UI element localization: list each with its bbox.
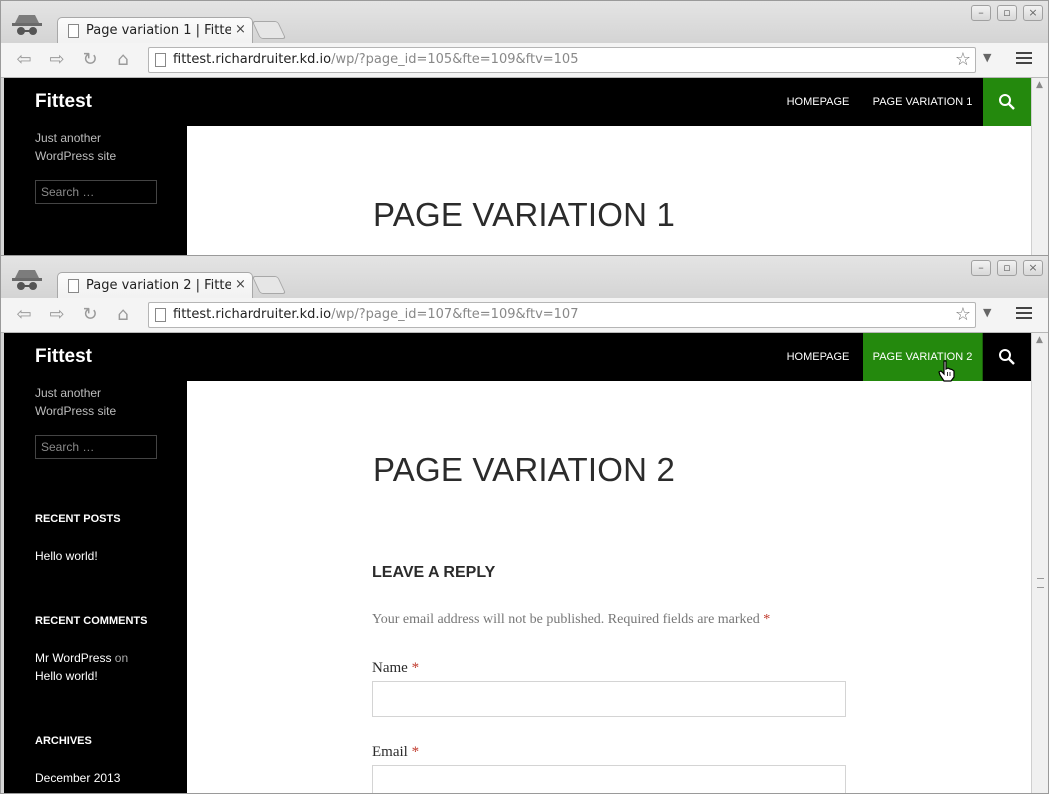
site-title[interactable]: Fittest [35, 91, 92, 113]
page-title: PAGE VARIATION 1 [373, 196, 676, 233]
tab-active[interactable]: Page variation 1 | Fittes × [57, 17, 253, 44]
maximize-button[interactable]: ▫ [997, 5, 1017, 21]
minimize-button[interactable]: – [971, 260, 991, 276]
browser-toolbar: ⇦ ⇨ ↻ ⌂ fittest.richardruiter.kd.io/wp/?… [1, 43, 1048, 78]
page-title: PAGE VARIATION 2 [373, 451, 676, 488]
tab-title: Page variation 2 | Fittes [86, 278, 231, 293]
site-tagline: Just another WordPress site [35, 131, 117, 163]
page-icon [155, 308, 166, 322]
sidebar-search-input[interactable]: Search … [35, 435, 157, 459]
sidebar: Just another WordPress site Search … [4, 126, 187, 255]
widget-title-recent-comments: RECENT COMMENTS [35, 615, 148, 627]
name-label-text: Name [372, 660, 408, 676]
comment-notes: Your email address will not be published… [372, 612, 770, 628]
scroll-up-icon[interactable]: ▲ [1036, 80, 1043, 90]
close-window-button[interactable]: × [1023, 260, 1043, 276]
recent-comment: Mr WordPress on Hello world! [35, 649, 128, 685]
tab-close-button[interactable]: × [235, 277, 246, 292]
recent-post-link[interactable]: Hello world! [35, 547, 98, 565]
sidebar: Just another WordPress site Search … REC… [4, 381, 187, 793]
page-icon [68, 24, 79, 38]
address-bar[interactable]: fittest.richardruiter.kd.io/wp/?page_id=… [148, 47, 976, 73]
browser-window-2: Page variation 2 | Fittes × – ▫ × ⇦ ⇨ ↻ … [0, 255, 1049, 794]
scrollbar-grip[interactable] [1037, 578, 1044, 588]
main-content: PAGE VARIATION 2 LEAVE A REPLY Your emai… [187, 381, 1031, 793]
name-label: Name * [372, 660, 419, 677]
widget-title-archives: ARCHIVES [35, 735, 92, 747]
search-toggle-button[interactable] [983, 333, 1031, 381]
required-mark: * [411, 660, 420, 676]
page-icon [155, 53, 166, 67]
site-title[interactable]: Fittest [35, 346, 92, 368]
comment-author-link[interactable]: Mr WordPress [35, 651, 111, 665]
search-icon [999, 349, 1015, 365]
url-text: fittest.richardruiter.kd.io/wp/?page_id=… [173, 307, 579, 322]
browser-window-1: Page variation 1 | Fittes × – ▫ × ⇦ ⇨ ↻ … [0, 0, 1049, 256]
reload-icon[interactable]: ↻ [79, 49, 101, 71]
chevron-down-icon[interactable]: ▼ [983, 306, 991, 319]
site-tagline: Just another WordPress site [35, 386, 117, 418]
scroll-up-icon[interactable]: ▲ [1036, 335, 1043, 345]
required-mark: * [763, 612, 771, 627]
scrollbar[interactable]: ▲ [1031, 78, 1048, 255]
close-window-button[interactable]: × [1023, 5, 1043, 21]
minimize-button[interactable]: – [971, 5, 991, 21]
menu-icon[interactable] [1016, 52, 1032, 68]
maximize-button[interactable]: ▫ [997, 260, 1017, 276]
email-field[interactable] [372, 765, 846, 793]
menu-icon[interactable] [1016, 307, 1032, 323]
tab-close-button[interactable]: × [235, 22, 246, 37]
comment-on-text: on [114, 651, 129, 665]
incognito-icon [12, 15, 42, 35]
page-viewport: Fittest HOMEPAGE PAGE VARIATION 2 Just a… [4, 333, 1031, 793]
hand-cursor-icon [938, 360, 955, 382]
page-icon [68, 279, 79, 293]
home-icon[interactable]: ⌂ [112, 49, 134, 71]
reload-icon[interactable]: ↻ [79, 304, 101, 326]
chevron-down-icon[interactable]: ▼ [983, 51, 991, 64]
browser-toolbar: ⇦ ⇨ ↻ ⌂ fittest.richardruiter.kd.io/wp/?… [1, 298, 1048, 333]
back-icon[interactable]: ⇦ [13, 49, 35, 71]
forward-icon[interactable]: ⇨ [46, 49, 68, 71]
main-content: PAGE VARIATION 1 [187, 126, 1031, 255]
back-icon[interactable]: ⇦ [13, 304, 35, 326]
forward-icon[interactable]: ⇨ [46, 304, 68, 326]
email-label-text: Email [372, 744, 408, 760]
email-label: Email * [372, 744, 419, 761]
page-viewport: Fittest HOMEPAGE PAGE VARIATION 1 Just a… [4, 78, 1031, 255]
address-bar[interactable]: fittest.richardruiter.kd.io/wp/?page_id=… [148, 302, 976, 328]
tab-strip: Page variation 2 | Fittes × – ▫ × [1, 256, 1048, 299]
new-tab-button[interactable] [251, 21, 287, 39]
widget-title-recent-posts: RECENT POSTS [35, 513, 121, 525]
url-text: fittest.richardruiter.kd.io/wp/?page_id=… [173, 52, 579, 67]
required-mark: * [411, 744, 420, 760]
home-icon[interactable]: ⌂ [112, 304, 134, 326]
star-icon[interactable]: ☆ [955, 304, 971, 325]
tab-title: Page variation 1 | Fittes [86, 23, 231, 38]
site-header: Fittest HOMEPAGE PAGE VARIATION 1 [4, 78, 1031, 126]
scrollbar[interactable]: ▲ [1031, 333, 1048, 793]
nav-homepage[interactable]: HOMEPAGE [774, 78, 862, 126]
site-header: Fittest HOMEPAGE PAGE VARIATION 2 [4, 333, 1031, 381]
leave-reply-title: LEAVE A REPLY [372, 564, 496, 581]
nav-page-variation-1[interactable]: PAGE VARIATION 1 [862, 78, 983, 126]
star-icon[interactable]: ☆ [955, 49, 971, 70]
incognito-icon [12, 270, 42, 290]
search-toggle-button[interactable] [983, 78, 1031, 126]
tab-strip: Page variation 1 | Fittes × – ▫ × [1, 1, 1048, 44]
new-tab-button[interactable] [251, 276, 287, 294]
nav-page-variation-2[interactable]: PAGE VARIATION 2 [863, 333, 982, 381]
sidebar-search-input[interactable]: Search … [35, 180, 157, 204]
tab-active[interactable]: Page variation 2 | Fittes × [57, 272, 253, 299]
comment-post-link[interactable]: Hello world! [35, 669, 98, 683]
archive-link[interactable]: December 2013 [35, 769, 120, 787]
search-icon [999, 94, 1015, 110]
nav-homepage[interactable]: HOMEPAGE [774, 333, 862, 381]
name-field[interactable] [372, 681, 846, 717]
comment-notes-text: Your email address will not be published… [372, 612, 760, 627]
